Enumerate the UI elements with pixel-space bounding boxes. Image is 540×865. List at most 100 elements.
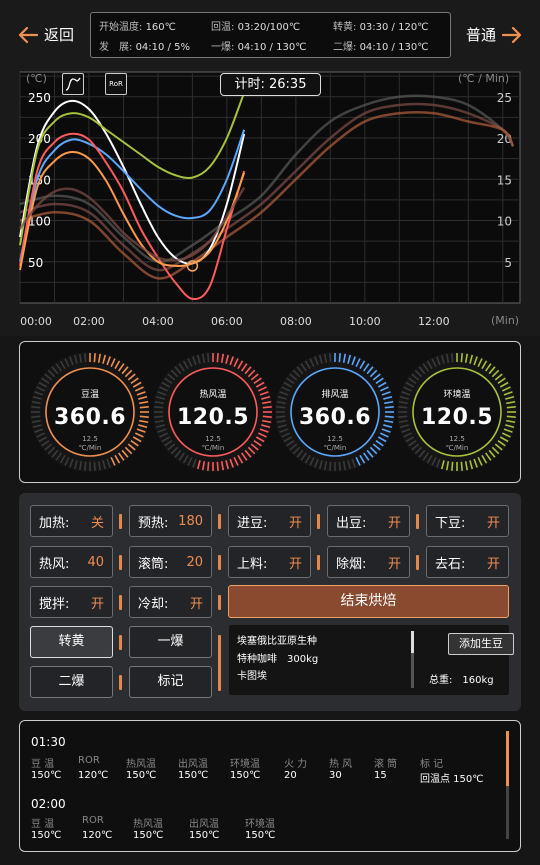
- gauge-value: 120.5: [420, 405, 494, 430]
- gauge-ambient-temp: 环境温 120.5 12.5 ℃/Min: [394, 349, 520, 475]
- mark-button[interactable]: 标记: [129, 666, 212, 698]
- ror-label: RoR: [109, 80, 123, 88]
- log-value: 150℃: [133, 830, 164, 841]
- gauge-panel: 豆温 360.6 12.5 ℃/Min 热风温 120.5 12.5 ℃/Min…: [19, 341, 521, 483]
- yellowing-button[interactable]: 转黄: [30, 626, 113, 658]
- log-header: 豆 温: [31, 819, 55, 830]
- load-toggle[interactable]: 上料: 开: [228, 546, 311, 578]
- bean-in-toggle[interactable]: 进豆: 开: [228, 505, 311, 537]
- bean-list-scrollbar[interactable]: [411, 631, 414, 688]
- log-value: 120℃: [82, 830, 113, 841]
- end-roast-button[interactable]: 结束烘焙: [228, 585, 509, 618]
- separator: [119, 635, 122, 650]
- control-panel: 加热: 关 预热: 180 进豆: 开 出豆: 开 下豆: 开 热风: 40 滚筒: 20 上…: [19, 493, 521, 711]
- separator: [218, 555, 221, 570]
- roast-log: 01:30 豆 温 ROR 热风温 出风温 环境温 火 力 热 风 滚 筒 标 …: [19, 720, 521, 852]
- gauge-label: 环境温: [443, 390, 471, 400]
- second-crack-button[interactable]: 二爆: [30, 666, 113, 698]
- add-green-bean-button[interactable]: 添加生豆: [448, 633, 514, 655]
- separator: [218, 595, 221, 610]
- scrollbar-thumb[interactable]: [411, 631, 414, 653]
- log-scrollbar[interactable]: [506, 731, 509, 839]
- roast-timer: 计时: 26:35: [220, 73, 321, 96]
- roast-summary: 开始温度: 160℃ 回温: 03:20/100℃ 转黄: 03:30 / 12…: [90, 12, 451, 58]
- separator: [218, 514, 221, 529]
- gauge-value: 360.6: [298, 405, 372, 430]
- log-header: 出风温: [178, 759, 208, 770]
- cooling-toggle[interactable]: 冷却: 开: [129, 586, 212, 618]
- gauge-unit: ℃/Min: [323, 444, 347, 452]
- gauge-unit: ℃/Min: [201, 444, 225, 452]
- log-header: 热风温: [133, 819, 163, 830]
- log-header: ROR: [78, 755, 100, 766]
- total-weight: 总重: 160kg: [429, 675, 494, 686]
- scrollbar-thumb[interactable]: [506, 731, 509, 786]
- log-value: 回温点 150℃: [420, 774, 484, 785]
- gauge-tick: [460, 461, 463, 471]
- smoke-removal-toggle[interactable]: 除烟: 开: [327, 546, 410, 578]
- log-value: 30: [329, 770, 342, 781]
- y-left-tick-label: 50: [28, 256, 43, 270]
- back-label: 返回: [44, 26, 75, 44]
- log-value: 20: [284, 770, 297, 781]
- curve-icon: [65, 77, 81, 91]
- log-value: 150℃: [245, 830, 276, 841]
- separator: [119, 595, 122, 610]
- destoner-toggle[interactable]: 去石: 开: [426, 546, 509, 578]
- y-left-tick-label: 250: [28, 91, 51, 105]
- gauge-tick: [207, 461, 210, 471]
- separator: [317, 555, 320, 570]
- info-start-temp: 开始温度: 160℃: [99, 22, 176, 33]
- arrow-left-icon: [18, 26, 38, 43]
- top-bar: 返回 开始温度: 160℃ 回温: 03:20/100℃ 转黄: 03:30 /…: [0, 0, 540, 66]
- green-bean-panel: 埃塞俄比亚原生种 特种咖啡 300kg 卡图埃 添加生豆 总重: 160kg: [229, 625, 514, 695]
- gauge-tick: [338, 461, 341, 471]
- log-header: 火 力: [284, 759, 308, 770]
- right-axis-unit: (℃ / Min): [458, 72, 510, 85]
- gauge-exhaust-temp: 排风温 360.6 12.5 ℃/Min: [272, 349, 398, 475]
- back-button[interactable]: 返回: [18, 24, 74, 45]
- gauge-label: 热风温: [199, 390, 227, 400]
- x-tick-label: 06:00: [211, 315, 243, 328]
- log-value: 150℃: [31, 830, 62, 841]
- gauge-rate: 12.5: [449, 435, 465, 443]
- separator: [119, 675, 122, 690]
- curve-toggle-button[interactable]: [62, 73, 84, 95]
- mode-button[interactable]: 普通: [466, 24, 522, 45]
- left-axis-unit: (℃): [26, 72, 47, 85]
- chart-canvas: 2502001501005025201510500:00 02:00 04:00 06…: [18, 71, 521, 328]
- log-value: 150℃: [126, 770, 157, 781]
- log-header: 环境温: [230, 759, 260, 770]
- log-header: ROR: [82, 815, 104, 826]
- gauge-tick: [84, 353, 87, 363]
- first-crack-button[interactable]: 一爆: [129, 626, 212, 658]
- bean-drop-toggle[interactable]: 下豆: 开: [426, 505, 509, 537]
- gauge-tick: [216, 353, 219, 363]
- gauge-tick: [93, 353, 96, 363]
- info-yellowing: 转黄: 03:30 / 120℃: [333, 22, 429, 33]
- separator: [218, 635, 221, 691]
- info-second-crack: 二爆: 04:10 / 130℃: [333, 42, 429, 53]
- gauge-value: 360.6: [53, 405, 127, 430]
- gauge-bean-temp: 豆温 360.6 12.5 ℃/Min: [27, 349, 153, 475]
- gauge-value: 120.5: [176, 405, 250, 430]
- separator: [317, 514, 320, 529]
- bean-out-toggle[interactable]: 出豆: 开: [327, 505, 410, 537]
- info-return-temp: 回温: 03:20/100℃: [211, 22, 301, 33]
- x-tick-label: 10:00: [349, 315, 381, 328]
- ror-toggle-button[interactable]: RoR: [105, 73, 127, 95]
- log-value: 15: [374, 770, 387, 781]
- gauge-hot-air-temp: 热风温 120.5 12.5 ℃/Min: [150, 349, 276, 475]
- log-header: 滚 筒: [374, 759, 398, 770]
- hot-air-setting[interactable]: 热风: 40: [30, 546, 113, 578]
- log-value: 150℃: [189, 830, 220, 841]
- preheat-setting[interactable]: 预热: 180: [129, 505, 212, 537]
- gauge-rate: 12.5: [327, 435, 343, 443]
- stir-toggle[interactable]: 搅拌: 开: [30, 586, 113, 618]
- drum-setting[interactable]: 滚筒: 20: [129, 546, 212, 578]
- log-header: 热 风: [329, 759, 353, 770]
- gauge-rate: 12.5: [82, 435, 98, 443]
- log-value: 120℃: [78, 770, 109, 781]
- log-value: 150℃: [230, 770, 261, 781]
- heat-toggle[interactable]: 加热: 关: [30, 505, 113, 537]
